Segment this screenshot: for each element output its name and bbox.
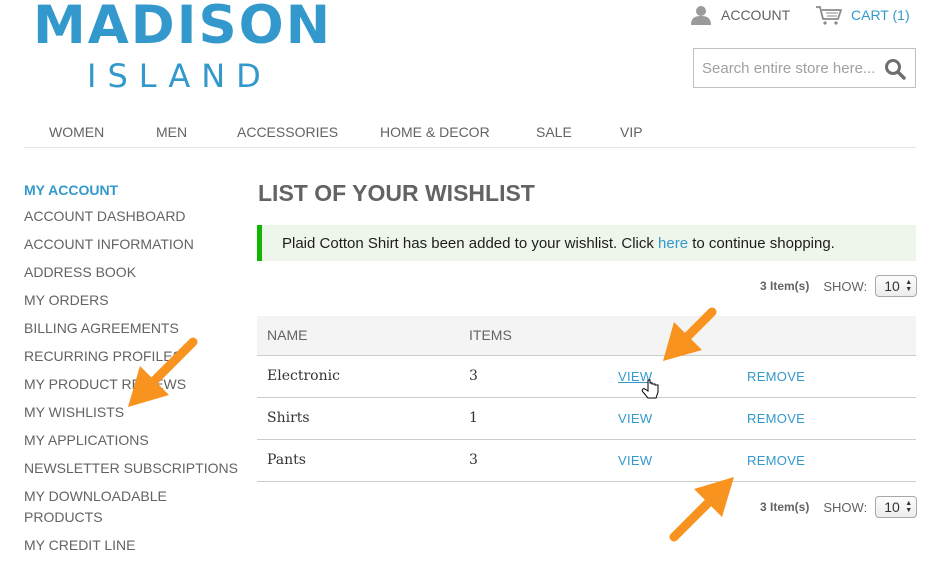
main-nav: WOMEN MEN ACCESSORIES HOME & DECOR SALE … bbox=[24, 120, 916, 148]
continue-shopping-link[interactable]: here bbox=[658, 235, 688, 252]
success-message: Plaid Cotton Shirt has been added to you… bbox=[257, 225, 916, 261]
sidebar-item-my-applications[interactable]: MY APPLICATIONS bbox=[24, 430, 149, 451]
account-link[interactable]: ACCOUNT bbox=[690, 4, 790, 26]
page-title: LIST OF YOUR WISHLIST bbox=[258, 180, 535, 206]
limiter-select[interactable]: 10 ▲ ▼ bbox=[875, 275, 918, 297]
nav-item-sale[interactable]: SALE bbox=[536, 124, 572, 140]
sidebar-item-account-information[interactable]: ACCOUNT INFORMATION bbox=[24, 234, 194, 255]
wishlist-name: Shirts bbox=[267, 410, 310, 426]
cart-icon bbox=[816, 6, 842, 25]
account-label: ACCOUNT bbox=[721, 7, 791, 23]
sidebar-item-account-dashboard[interactable]: ACCOUNT DASHBOARD bbox=[24, 206, 186, 227]
remove-button[interactable]: REMOVE bbox=[747, 453, 805, 468]
view-button[interactable]: VIEW bbox=[618, 411, 652, 426]
wishlist-item-count: 3 bbox=[469, 452, 478, 468]
nav-item-men[interactable]: MEN bbox=[156, 124, 187, 140]
cart-link[interactable]: CART (1) bbox=[815, 4, 910, 26]
sidebar-item-newsletter-subscriptions[interactable]: NEWSLETTER SUBSCRIPTIONS bbox=[24, 458, 238, 479]
nav-item-vip[interactable]: VIP bbox=[620, 124, 643, 140]
show-label: SHOW: bbox=[823, 499, 868, 515]
logo-main-text: MADISON bbox=[33, 0, 333, 56]
sidebar-item-my-orders[interactable]: MY ORDERS bbox=[24, 290, 109, 311]
show-label: SHOW: bbox=[823, 278, 868, 294]
column-header-items: ITEMS bbox=[469, 327, 512, 343]
wishlist-table: NAME ITEMS Electronic 3 VIEW REMOVE Shir… bbox=[257, 316, 916, 482]
wishlist-name: Pants bbox=[267, 452, 306, 468]
wishlist-item-count: 3 bbox=[469, 368, 478, 384]
column-header-name: NAME bbox=[267, 327, 308, 343]
table-row: Pants 3 VIEW REMOVE bbox=[257, 440, 916, 482]
limiter-value: 10 bbox=[884, 278, 900, 294]
search-input[interactable] bbox=[694, 50, 874, 86]
table-row: Electronic 3 VIEW REMOVE bbox=[257, 356, 916, 398]
remove-button[interactable]: REMOVE bbox=[747, 411, 805, 426]
sidebar-title: MY ACCOUNT bbox=[24, 182, 119, 198]
view-button[interactable]: VIEW bbox=[618, 453, 652, 468]
store-logo[interactable]: MADISON ISLAND bbox=[33, 0, 330, 100]
wishlist-item-count: 1 bbox=[469, 410, 478, 426]
success-message-text-end: to continue shopping. bbox=[688, 234, 835, 252]
nav-item-home-decor[interactable]: HOME & DECOR bbox=[380, 124, 490, 140]
sidebar-item-my-downloadable-products[interactable]: MY DOWNLOADABLE PRODUCTS bbox=[24, 486, 184, 528]
nav-item-women[interactable]: WOMEN bbox=[49, 124, 104, 140]
table-row: Shirts 1 VIEW REMOVE bbox=[257, 398, 916, 440]
sidebar-item-billing-agreements[interactable]: BILLING AGREEMENTS bbox=[24, 318, 179, 339]
cart-label: CART (1) bbox=[851, 7, 910, 23]
sidebar-item-my-wishlists[interactable]: MY WISHLISTS bbox=[24, 402, 124, 423]
select-arrows-icon: ▲ ▼ bbox=[905, 279, 913, 293]
logo-sub-text: ISLAND bbox=[87, 57, 272, 95]
toolbar-bottom: 3 Item(s) SHOW: 10 ▲ ▼ bbox=[760, 496, 918, 518]
sidebar-item-address-book[interactable]: ADDRESS BOOK bbox=[24, 262, 136, 283]
nav-item-accessories[interactable]: ACCESSORIES bbox=[237, 124, 338, 140]
item-count: 3 Item(s) bbox=[760, 279, 810, 293]
item-count: 3 Item(s) bbox=[760, 500, 810, 514]
limiter-value: 10 bbox=[884, 499, 900, 515]
user-icon bbox=[691, 6, 711, 25]
success-message-text: Plaid Cotton Shirt has been added to you… bbox=[282, 234, 659, 252]
sidebar-item-my-credit-line[interactable]: MY CREDIT LINE bbox=[24, 535, 136, 556]
sidebar-item-recurring-profiles[interactable]: RECURRING PROFILES bbox=[24, 346, 182, 367]
arrow-icon bbox=[669, 477, 734, 542]
toolbar-top: 3 Item(s) SHOW: 10 ▲ ▼ bbox=[760, 275, 918, 297]
view-button[interactable]: VIEW bbox=[618, 369, 652, 384]
table-header: NAME ITEMS bbox=[257, 316, 916, 356]
limiter-select[interactable]: 10 ▲ ▼ bbox=[875, 496, 918, 518]
search-box bbox=[693, 48, 916, 88]
sidebar-item-my-product-reviews[interactable]: MY PRODUCT REVIEWS bbox=[24, 374, 186, 395]
search-icon[interactable] bbox=[884, 58, 906, 80]
select-arrows-icon: ▲ ▼ bbox=[905, 500, 913, 514]
wishlist-name: Electronic bbox=[267, 368, 340, 384]
remove-button[interactable]: REMOVE bbox=[747, 369, 805, 384]
